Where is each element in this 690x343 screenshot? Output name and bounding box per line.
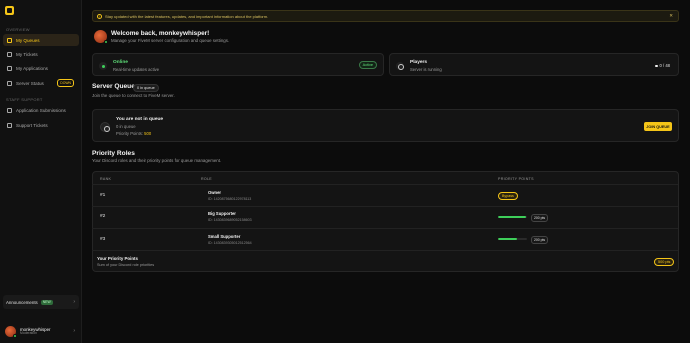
online-status-card: Online Real-time updates active Active [92,53,384,76]
clipboard-icon [7,107,12,113]
priority-points-label: Priority Points: [116,131,145,136]
server-queue-subtitle: Join the queue to connect to FiveM serve… [92,93,175,98]
sidebar-item-label: Application Submissions [16,107,66,113]
queue-count-text: 0 in queue [116,124,136,129]
support-icon [7,122,12,128]
priority-points-value: 500 [144,131,152,136]
queue-count-badge: 0 in queue [133,84,159,92]
sidebar-item-my-queues[interactable]: My Queues [3,34,79,46]
avatar [5,325,17,338]
sidebar-item-application-submissions[interactable]: Application Submissions [3,104,79,116]
announcement-banner: ! Stay updated with the latest features,… [92,10,679,22]
main-content: ! Stay updated with the latest features,… [82,0,690,343]
new-badge: NEW [40,299,53,305]
divider [92,206,678,207]
online-title: Online [113,60,128,65]
table-row-role-id: ID: 1430839305012512564 [208,241,252,245]
sidebar-item-label: My Tickets [16,51,38,57]
table-row-rank: #1 [100,193,106,198]
close-icon[interactable]: ✕ [669,13,673,19]
section-support-label: STAFF SUPPORT [6,97,43,102]
divider [92,228,678,229]
sidebar-item-server-status[interactable]: Server Status DOWN [3,77,79,89]
column-header-points: PRIORITY POINTS [498,177,534,181]
table-row-rank: #3 [100,237,106,242]
page-title: Welcome back, monkeywhisper! [111,30,210,37]
column-header-role: ROLE [201,177,212,181]
dot-icon [655,64,658,68]
user-menu[interactable]: monkeywhisper Moderation › [3,322,79,340]
sidebar-item-my-applications[interactable]: My Applications [3,62,79,74]
app-logo[interactable] [5,6,14,15]
join-queue-button[interactable]: JOIN QUEUE [644,122,672,131]
sidebar: OVERVIEW My Queues My Tickets My Applica… [0,0,82,343]
table-row-rank: #2 [100,214,106,219]
queue-icon [7,37,12,43]
sidebar-item-support-tickets[interactable]: Support Tickets [3,119,79,131]
server-queue-title: Server Queue [92,83,135,90]
active-badge: Active [358,61,377,69]
chevron-right-icon: › [73,299,75,305]
divider [92,250,678,251]
app: OVERVIEW My Queues My Tickets My Applica… [0,0,690,343]
table-row-role-name: Small Supporter [208,234,241,239]
column-header-rank: RANK [100,177,112,181]
table-row-role-name: Owner [208,190,222,195]
players-icon [396,62,404,70]
ticket-icon [7,51,12,57]
document-icon [7,65,12,71]
priority-roles-subtitle: Your Discord roles and their priority po… [92,158,222,163]
banner-text: Stay updated with the latest features, u… [105,13,269,19]
your-points-title: Your Priority Points [97,256,138,261]
priority-points-text: Priority Points: 500 [116,131,151,136]
your-points-subtitle: Sum of your Discord role priorities [97,263,155,267]
priority-roles-title: Priority Roles [92,150,135,157]
queue-status-icon [100,122,110,132]
queue-status-card: You are not in queue 0 in queue Priority… [92,109,679,142]
table-row-role-id: ID: 1420875680122978113 [208,197,252,201]
sidebar-item-label: My Queues [16,37,40,43]
your-points-badge: 500 pts [654,258,675,267]
divider [92,184,678,185]
chevron-right-icon: › [73,328,75,334]
online-dot [13,333,17,338]
status-badge: DOWN [57,79,74,87]
players-card: Players Server is running 0 / 48 [389,53,679,76]
online-dot [104,40,108,44]
table-row-role-id: ID: 1430839689052158603 [208,218,252,222]
bypass-badge: Bypass [498,192,518,200]
priority-roles-table [92,171,679,272]
user-role: Moderation [20,330,37,335]
page-subtitle: Manage your FiveM server configuration a… [111,38,230,43]
queue-status-title: You are not in queue [116,117,164,122]
avatar [94,30,108,44]
warning-icon: ! [97,13,102,19]
online-icon [99,62,107,70]
points-badge: 200 pts [531,236,549,244]
players-title: Players [410,60,428,65]
sidebar-item-label: Server Status [16,80,44,86]
table-row-role-name: Big Supporter [208,211,236,216]
announcements-label: Announcements [6,299,38,305]
players-subtitle: Server is running [410,67,442,72]
sidebar-item-my-tickets[interactable]: My Tickets [3,48,79,60]
sidebar-item-label: Support Tickets [16,122,48,128]
players-count-value: 0 / 48 [659,63,670,68]
players-count: 0 / 48 [655,63,670,68]
sidebar-item-label: My Applications [16,65,48,71]
section-overview-label: OVERVIEW [6,27,30,32]
server-icon [7,80,12,86]
announcements-button[interactable]: Announcements NEW › [3,295,79,309]
points-badge: 200 pts [531,214,549,222]
online-subtitle: Real-time updates active [113,67,160,72]
